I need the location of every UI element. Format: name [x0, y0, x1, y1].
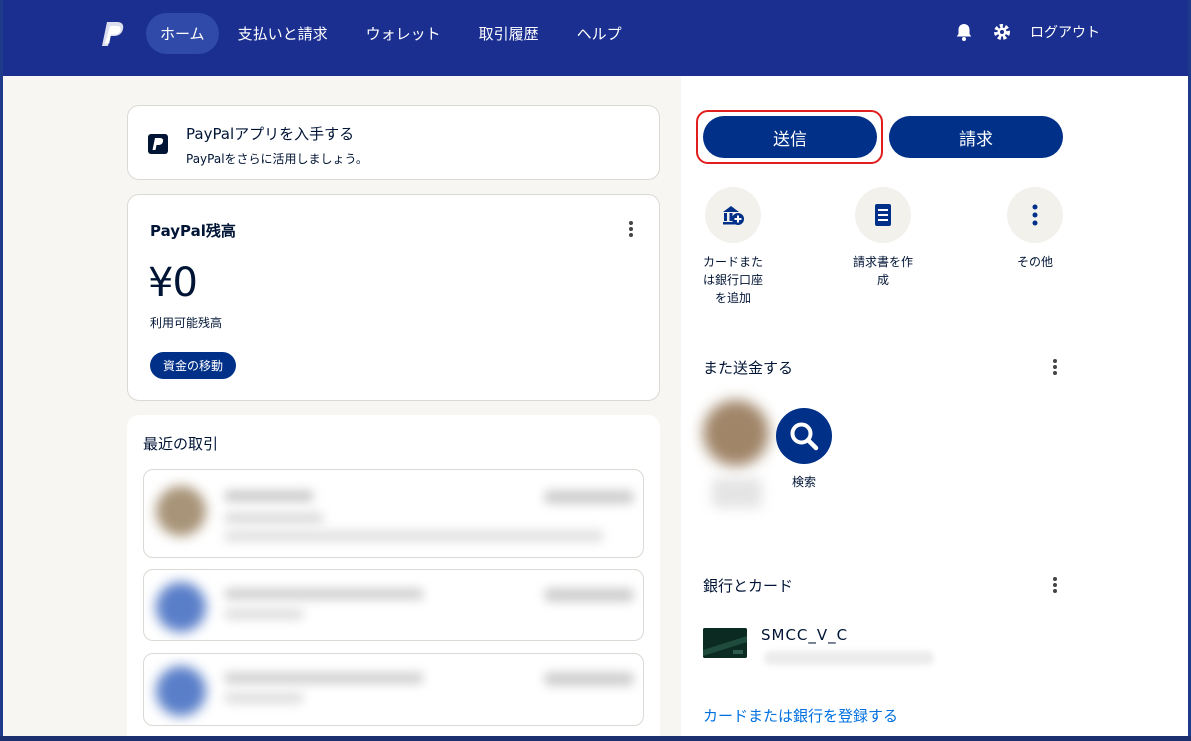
window-border-bottom — [0, 736, 1191, 741]
balance-label: 利用可能残高 — [150, 316, 223, 330]
transaction-amount-redacted — [544, 588, 634, 602]
gear-icon[interactable] — [992, 20, 1012, 44]
nav-wallet[interactable]: ウォレット — [347, 13, 460, 54]
recent-contact-name-redacted — [712, 478, 762, 508]
more-vertical-icon — [1007, 187, 1063, 243]
invoice-icon — [855, 187, 911, 243]
balance-menu-icon[interactable] — [624, 219, 638, 239]
transaction-detail-redacted — [224, 692, 304, 704]
create-invoice-action[interactable]: 請求書を作 成 — [838, 187, 928, 289]
recent-transactions-card: 最近の取引 — [127, 415, 660, 741]
card-number-redacted — [764, 651, 934, 665]
banks-cards-menu-icon[interactable] — [1048, 575, 1062, 595]
send-button-highlight — [696, 110, 883, 164]
transaction-name-redacted — [224, 672, 424, 684]
nav-home[interactable]: ホーム — [146, 13, 219, 54]
bank-add-icon — [705, 187, 761, 243]
logout-link[interactable]: ログアウト — [1030, 22, 1100, 42]
recent-contact-avatar[interactable] — [703, 400, 769, 466]
create-invoice-label: 請求書を作 成 — [852, 255, 913, 287]
transaction-amount-redacted — [544, 672, 634, 686]
register-card-bank-link[interactable]: カードまたは銀行を登録する — [703, 705, 898, 726]
transfer-money-button[interactable]: 資金の移動 — [150, 352, 237, 379]
nav-help[interactable]: ヘルプ — [558, 13, 641, 54]
transaction-name-redacted — [224, 588, 424, 600]
nav-activity[interactable]: 取引履歴 — [460, 13, 558, 54]
transaction-detail-redacted — [224, 512, 324, 524]
search-icon — [790, 422, 819, 451]
transaction-item[interactable] — [143, 653, 644, 726]
add-card-bank-label: カードまた は銀行口座 を追加 — [702, 255, 763, 305]
transaction-avatar — [156, 582, 206, 632]
transaction-detail-redacted — [224, 608, 304, 620]
transaction-avatar — [156, 666, 206, 716]
get-app-title: PayPalアプリを入手する — [186, 125, 355, 143]
balance-amount: ¥0 — [148, 260, 198, 306]
add-card-bank-action[interactable]: カードまた は銀行口座 を追加 — [688, 187, 778, 307]
banks-cards-title: 銀行とカード — [703, 577, 794, 595]
top-header: ホーム 支払いと請求 ウォレット 取引履歴 ヘルプ ログアウト — [3, 0, 1188, 76]
card-name[interactable]: SMCC_V_C — [761, 626, 848, 644]
transaction-item[interactable] — [143, 569, 644, 641]
card-thumbnail[interactable] — [703, 628, 747, 658]
transaction-amount-redacted — [544, 490, 634, 504]
transaction-note-redacted — [224, 530, 604, 542]
get-app-subtitle: PayPalをさらに活用しましょう。 — [186, 152, 368, 166]
header-actions: ログアウト — [954, 20, 1100, 44]
request-button[interactable]: 請求 — [889, 116, 1063, 158]
more-actions-label: その他 — [1016, 255, 1053, 269]
search-contact-label: 検索 — [791, 475, 816, 489]
balance-card: PayPal残高 ¥0 利用可能残高 資金の移動 — [127, 194, 660, 401]
transaction-item[interactable] — [143, 469, 644, 558]
paypal-app-icon — [148, 134, 168, 154]
more-actions[interactable]: その他 — [990, 187, 1080, 271]
get-app-card[interactable]: PayPalアプリを入手する PayPalをさらに活用しましょう。 — [127, 105, 660, 180]
send-again-menu-icon[interactable] — [1048, 357, 1062, 377]
balance-title: PayPal残高 — [150, 222, 236, 240]
send-again-title: また送金する — [703, 359, 794, 377]
main-nav: ホーム 支払いと請求 ウォレット 取引履歴 ヘルプ — [146, 13, 641, 54]
transaction-name-redacted — [224, 490, 314, 502]
nav-payments[interactable]: 支払いと請求 — [219, 13, 347, 54]
paypal-logo[interactable] — [99, 20, 125, 48]
transaction-avatar — [156, 486, 206, 536]
bell-icon[interactable] — [954, 20, 974, 44]
recent-transactions-title: 最近の取引 — [143, 435, 219, 453]
search-contact-button[interactable] — [776, 408, 832, 464]
